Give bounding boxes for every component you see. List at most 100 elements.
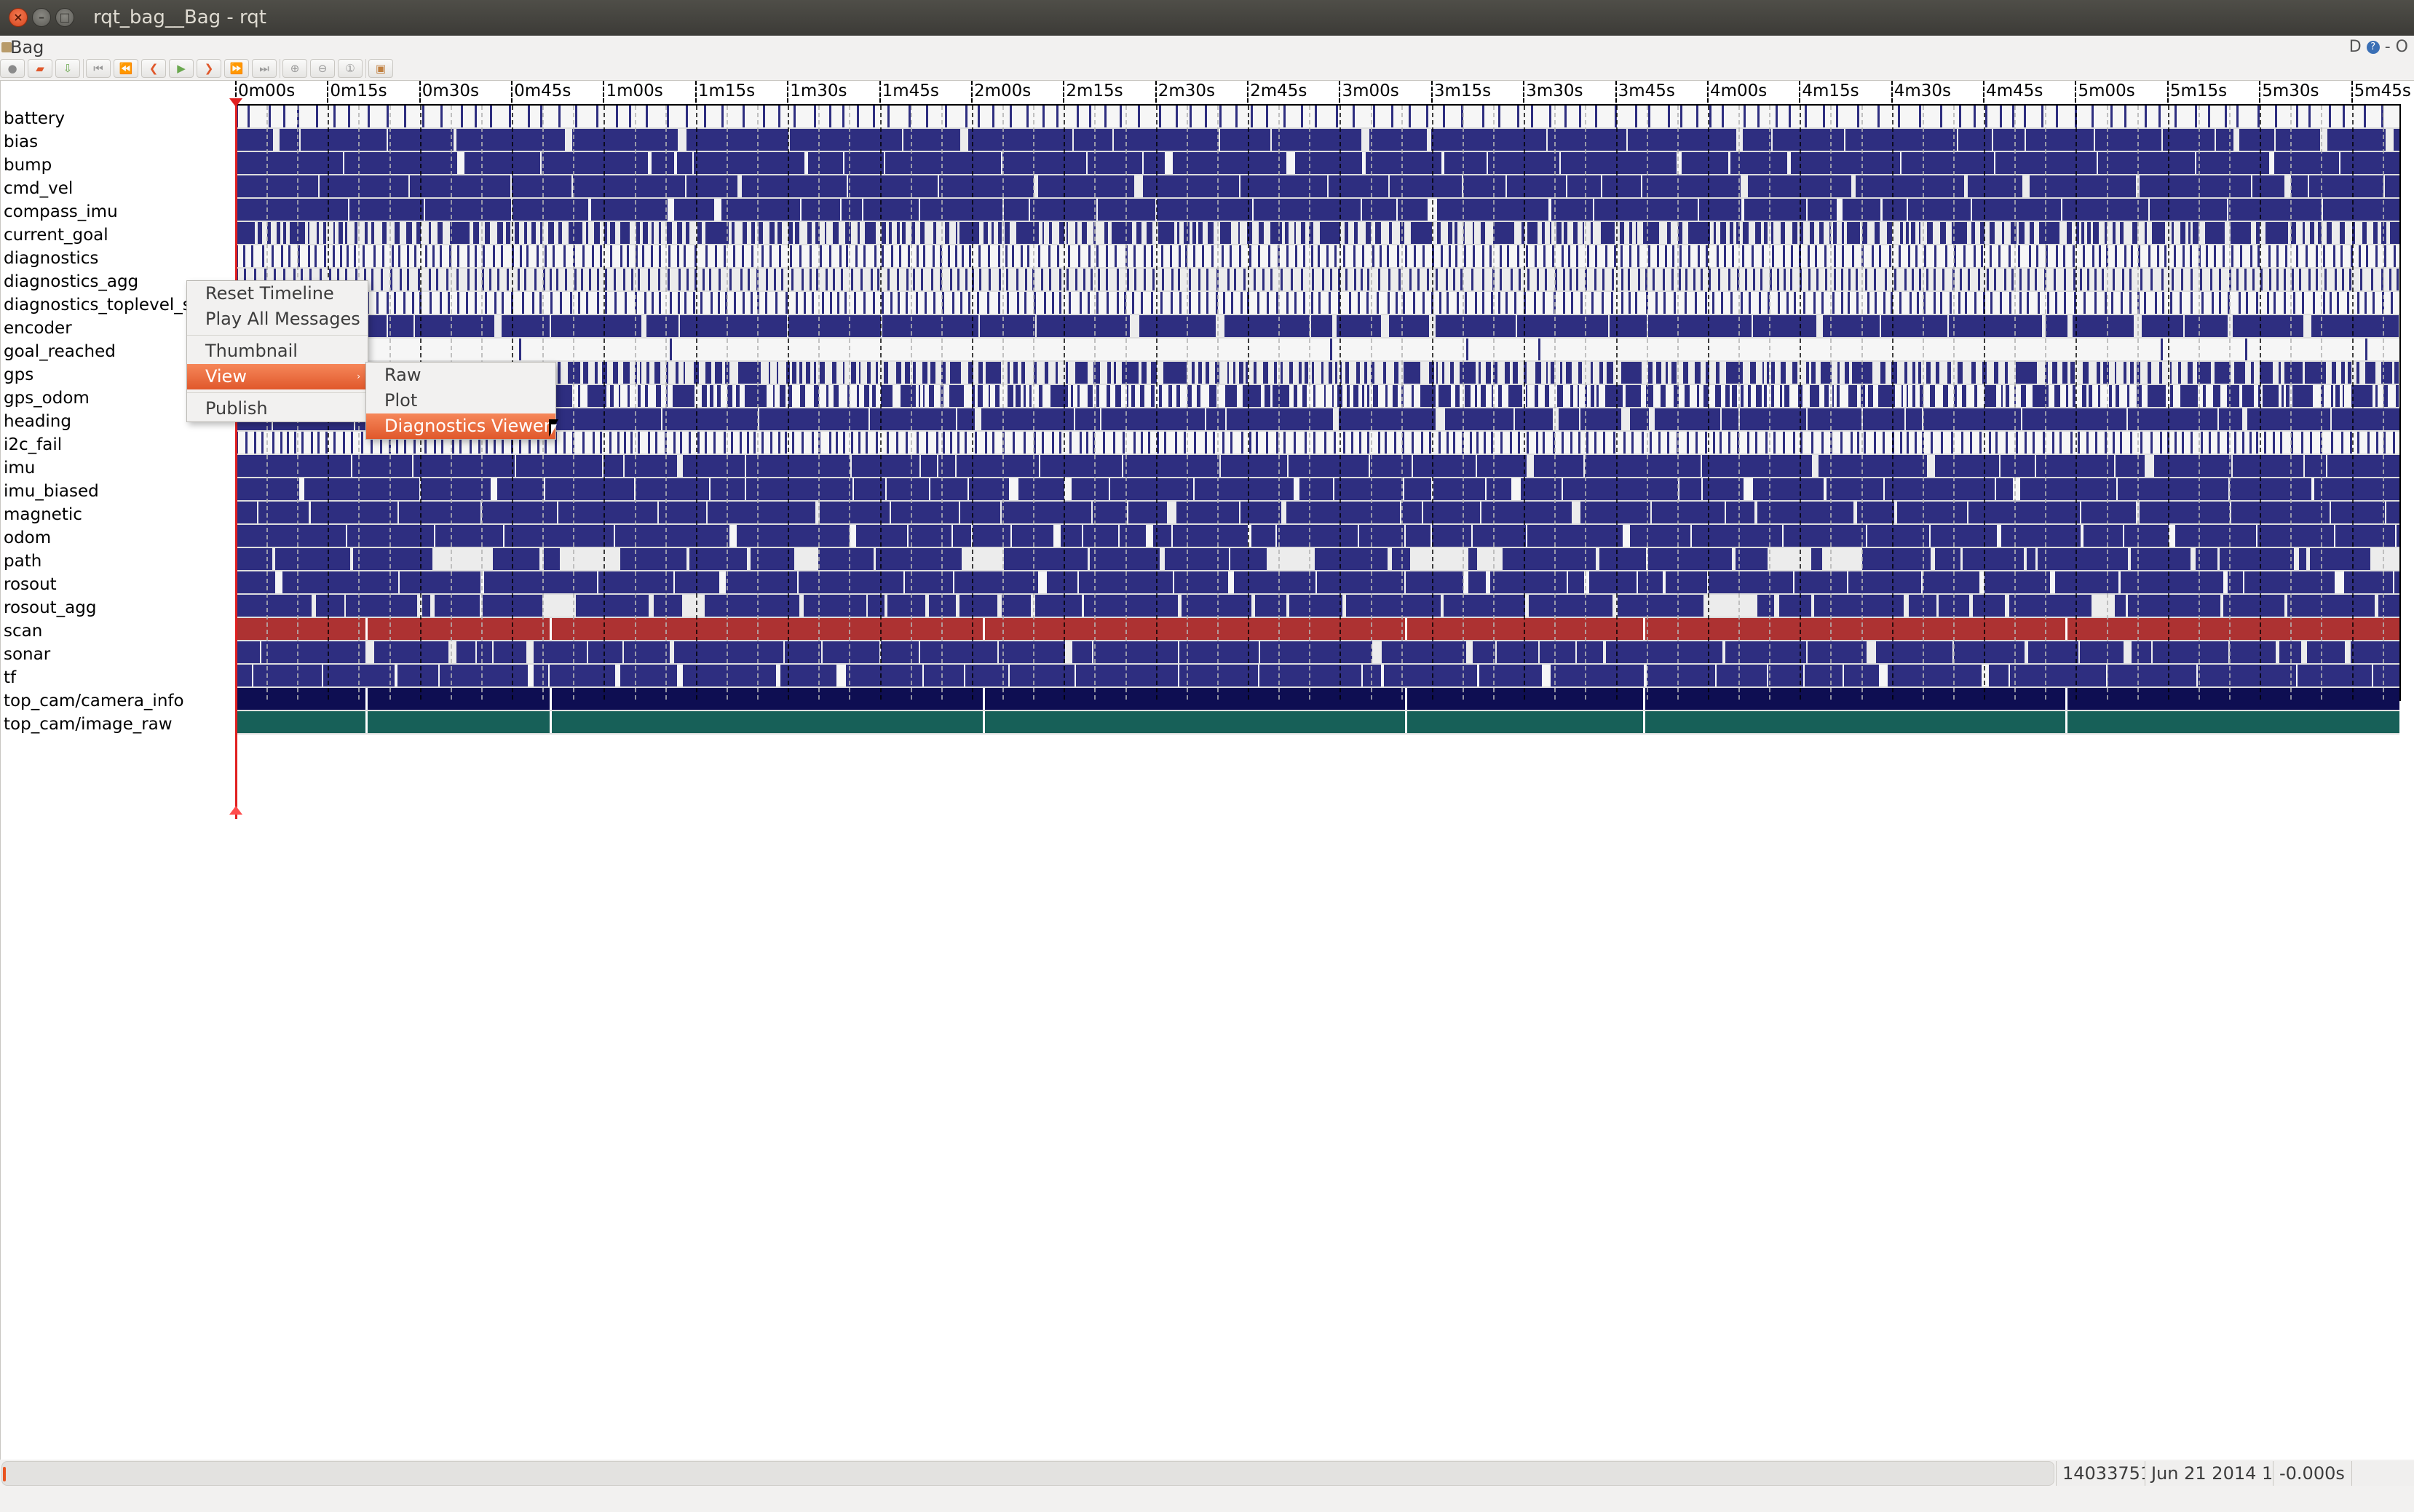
message-mark[interactable] — [1910, 292, 1912, 314]
message-mark[interactable] — [524, 222, 528, 244]
message-mark[interactable] — [2045, 315, 2067, 337]
message-mark[interactable] — [1294, 222, 1297, 244]
message-mark[interactable] — [954, 245, 957, 267]
message-mark[interactable] — [595, 362, 598, 384]
message-mark[interactable] — [1372, 106, 1375, 127]
message-mark[interactable] — [1482, 245, 1485, 267]
message-mark[interactable] — [236, 152, 344, 174]
message-mark[interactable] — [310, 432, 313, 454]
message-mark[interactable] — [1003, 199, 1029, 221]
message-mark[interactable] — [976, 292, 979, 314]
message-mark[interactable] — [2163, 129, 2215, 151]
message-mark[interactable] — [1776, 269, 1779, 290]
message-mark[interactable] — [1198, 362, 1203, 384]
zoom-in-button[interactable]: ⊕ — [282, 59, 307, 78]
message-mark[interactable] — [2027, 269, 2030, 290]
message-mark[interactable] — [1626, 385, 1641, 407]
message-mark[interactable] — [975, 432, 978, 454]
message-mark[interactable] — [2161, 339, 2164, 360]
message-mark[interactable] — [2063, 269, 2066, 290]
message-mark[interactable] — [1233, 362, 1235, 384]
message-mark[interactable] — [1607, 362, 1614, 384]
message-mark[interactable] — [1478, 362, 1481, 384]
message-mark[interactable] — [689, 548, 747, 570]
message-mark[interactable] — [1117, 292, 1119, 314]
message-mark[interactable] — [1394, 362, 1398, 384]
message-mark[interactable] — [979, 269, 982, 290]
message-mark[interactable] — [352, 455, 412, 477]
message-mark[interactable] — [999, 641, 1066, 663]
message-mark[interactable] — [1560, 362, 1562, 384]
message-mark[interactable] — [1242, 385, 1261, 407]
topic-row[interactable] — [236, 665, 2399, 688]
message-mark[interactable] — [1089, 106, 1092, 127]
message-mark[interactable] — [1667, 222, 1671, 244]
message-mark[interactable] — [2177, 362, 2181, 384]
message-mark[interactable] — [424, 245, 427, 267]
message-mark[interactable] — [1985, 106, 1988, 127]
message-mark[interactable] — [2342, 269, 2345, 290]
message-mark[interactable] — [1862, 222, 1867, 244]
message-mark[interactable] — [1697, 385, 1700, 407]
message-mark[interactable] — [1940, 292, 1943, 314]
message-mark[interactable] — [668, 269, 670, 290]
message-mark[interactable] — [1947, 362, 1951, 384]
message-mark[interactable] — [772, 385, 775, 407]
message-mark[interactable] — [374, 641, 449, 663]
message-mark[interactable] — [2026, 129, 2094, 151]
message-mark[interactable] — [1747, 385, 1751, 407]
message-mark[interactable] — [2394, 362, 2399, 384]
message-mark[interactable] — [739, 432, 742, 454]
message-mark[interactable] — [1527, 525, 1623, 547]
message-mark[interactable] — [1254, 362, 1257, 384]
message-mark[interactable] — [509, 106, 512, 127]
message-mark[interactable] — [1107, 385, 1110, 407]
message-mark[interactable] — [1698, 245, 1701, 267]
message-mark[interactable] — [784, 641, 821, 663]
message-mark[interactable] — [636, 478, 709, 500]
message-mark[interactable] — [1238, 222, 1240, 244]
message-mark[interactable] — [1414, 245, 1417, 267]
message-mark[interactable] — [1189, 292, 1192, 314]
message-mark[interactable] — [1792, 222, 1798, 244]
message-mark[interactable] — [2364, 292, 2367, 314]
message-mark[interactable] — [2287, 595, 2375, 617]
message-mark[interactable] — [1088, 385, 1093, 407]
message-mark[interactable] — [2241, 385, 2255, 407]
message-mark[interactable] — [1984, 385, 1996, 407]
message-mark[interactable] — [1178, 269, 1181, 290]
message-mark[interactable] — [1567, 175, 1602, 197]
message-mark[interactable] — [2006, 432, 2009, 454]
message-mark[interactable] — [651, 152, 674, 174]
message-mark[interactable] — [1970, 432, 1973, 454]
message-mark[interactable] — [2172, 269, 2174, 290]
message-mark[interactable] — [517, 269, 520, 290]
message-mark[interactable] — [1596, 385, 1599, 407]
message-mark[interactable] — [1684, 292, 1687, 314]
message-mark[interactable] — [856, 106, 859, 127]
message-mark[interactable] — [563, 432, 566, 454]
message-mark[interactable] — [1918, 222, 1920, 244]
message-mark[interactable] — [1663, 292, 1666, 314]
message-mark[interactable] — [983, 711, 986, 733]
message-mark[interactable] — [446, 269, 448, 290]
message-mark[interactable] — [989, 269, 991, 290]
message-mark[interactable] — [1647, 106, 1650, 127]
message-mark[interactable] — [2195, 106, 2198, 127]
message-mark[interactable] — [1973, 595, 2005, 617]
message-mark[interactable] — [1918, 106, 1921, 127]
message-mark[interactable] — [777, 222, 782, 244]
message-mark[interactable] — [922, 362, 928, 384]
message-mark[interactable] — [2038, 292, 2041, 314]
message-mark[interactable] — [414, 245, 417, 267]
message-mark[interactable] — [523, 269, 526, 290]
message-mark[interactable] — [1487, 478, 1511, 500]
message-mark[interactable] — [613, 269, 616, 290]
message-mark[interactable] — [872, 106, 875, 127]
message-mark[interactable] — [1354, 222, 1358, 244]
message-mark[interactable] — [2095, 129, 2162, 151]
message-mark[interactable] — [1404, 618, 1407, 640]
message-mark[interactable] — [2276, 129, 2321, 151]
message-mark[interactable] — [906, 269, 909, 290]
message-mark[interactable] — [1693, 269, 1695, 290]
